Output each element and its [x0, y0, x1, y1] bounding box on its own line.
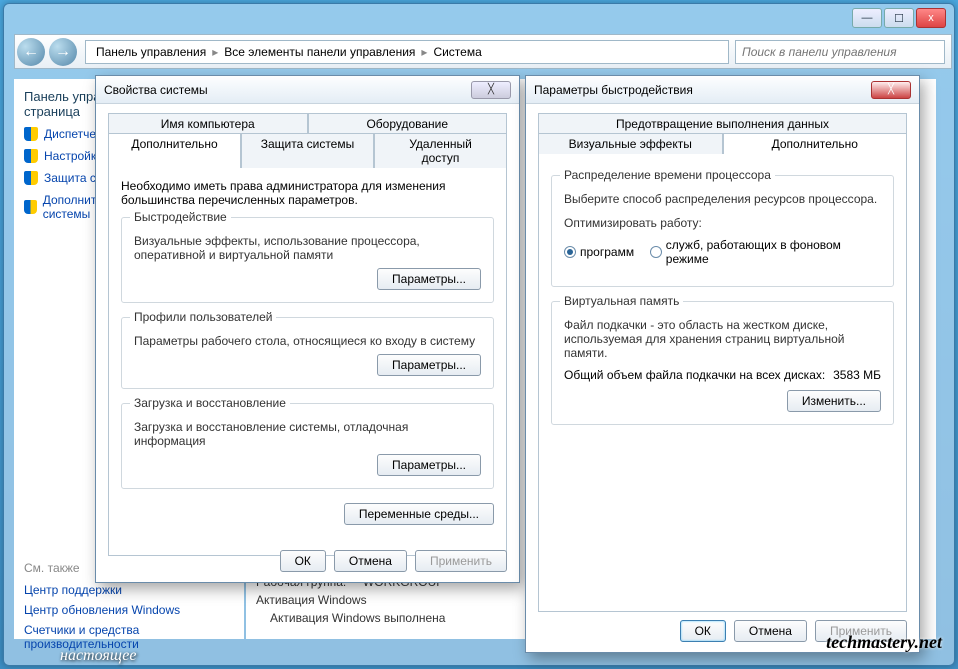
watermark: techmastery.net [826, 632, 942, 653]
performance-options-dialog: Параметры быстродействия ╳ Предотвращени… [525, 75, 920, 653]
profiles-group: Профили пользователей Параметры рабочего… [121, 317, 494, 389]
breadcrumb-part[interactable]: Система [429, 45, 485, 59]
apply-button[interactable]: Применить [415, 550, 507, 572]
taskbar-label: настоящее [60, 647, 137, 665]
group-text: Загрузка и восстановление системы, отлад… [134, 420, 481, 448]
group-title: Профили пользователей [130, 310, 276, 324]
radio-icon [650, 246, 662, 258]
group-text: Выберите способ распределения ресурсов п… [564, 192, 881, 206]
optimize-label: Оптимизировать работу: [564, 216, 881, 230]
ok-button[interactable]: ОК [280, 550, 326, 572]
explorer-toolbar: ← → Панель управления ▸ Все элементы пан… [14, 34, 952, 69]
ok-button[interactable]: ОК [680, 620, 726, 642]
radio-label: программ [580, 245, 634, 259]
activation-heading: Активация Windows [256, 593, 445, 607]
group-text: Параметры рабочего стола, относящиеся ко… [134, 334, 481, 348]
radio-programs[interactable]: программ [564, 245, 634, 259]
startup-group: Загрузка и восстановление Загрузка и вос… [121, 403, 494, 489]
shield-icon [24, 171, 38, 185]
search-input[interactable] [742, 45, 938, 59]
cancel-button[interactable]: Отмена [734, 620, 807, 642]
tabs-row-top: Имя компьютера Оборудование [108, 112, 507, 133]
sidebar-link[interactable]: Центр поддержки [24, 583, 234, 597]
radio-icon [564, 246, 576, 258]
dialog-title: Параметры быстродействия [534, 83, 693, 97]
chevron-right-icon: ▸ [419, 45, 429, 59]
cancel-button[interactable]: Отмена [334, 550, 407, 572]
group-title: Распределение времени процессора [560, 168, 775, 182]
shield-icon [24, 149, 38, 163]
group-title: Виртуальная память [560, 294, 683, 308]
dialog-body: Предотвращение выполнения данных Визуаль… [526, 104, 919, 652]
shield-icon [24, 127, 38, 141]
dialog-body: Имя компьютера Оборудование Дополнительн… [96, 104, 519, 582]
change-button[interactable]: Изменить... [787, 390, 881, 412]
tab-advanced[interactable]: Дополнительно [108, 133, 241, 168]
group-title: Быстродействие [130, 210, 231, 224]
dialog-title: Свойства системы [104, 83, 208, 97]
breadcrumb-part[interactable]: Панель управления [92, 45, 210, 59]
tab-advanced[interactable]: Дополнительно [723, 133, 908, 154]
radio-services[interactable]: служб, работающих в фоновом режиме [650, 238, 881, 266]
dialog-titlebar[interactable]: Параметры быстродействия ╳ [526, 76, 919, 104]
group-text: Файл подкачки - это область на жестком д… [564, 318, 881, 360]
performance-settings-button[interactable]: Параметры... [377, 268, 481, 290]
dialog-titlebar[interactable]: Свойства системы ╳ [96, 76, 519, 104]
titlebar-controls: — ☐ x [852, 8, 946, 28]
chevron-right-icon: ▸ [210, 45, 220, 59]
env-vars-button[interactable]: Переменные среды... [344, 503, 494, 525]
dialog-buttons: ОК Отмена Применить [280, 550, 507, 572]
minimize-button[interactable]: — [852, 8, 882, 28]
tab-dep[interactable]: Предотвращение выполнения данных [538, 113, 907, 134]
breadcrumb[interactable]: Панель управления ▸ Все элементы панели … [85, 40, 729, 64]
close-button[interactable]: x [916, 8, 946, 28]
sidebar-link[interactable]: Центр обновления Windows [24, 603, 234, 617]
breadcrumb-part[interactable]: Все элементы панели управления [220, 45, 419, 59]
group-title: Загрузка и восстановление [130, 396, 290, 410]
pagefile-value: 3583 МБ [833, 368, 881, 382]
tab-protection[interactable]: Защита системы [241, 133, 374, 168]
system-properties-dialog: Свойства системы ╳ Имя компьютера Оборуд… [95, 75, 520, 583]
scheduling-group: Распределение времени процессора Выберит… [551, 175, 894, 287]
group-text: Визуальные эффекты, использование процес… [134, 234, 481, 262]
tab-visual-effects[interactable]: Визуальные эффекты [538, 133, 723, 154]
tab-hardware[interactable]: Оборудование [308, 113, 508, 134]
pagefile-label: Общий объем файла подкачки на всех диска… [564, 368, 825, 382]
vmem-group: Виртуальная память Файл подкачки - это о… [551, 301, 894, 425]
radio-label: служб, работающих в фоновом режиме [666, 238, 881, 266]
tabs-row-top: Предотвращение выполнения данных [538, 112, 907, 133]
dialog-close-button[interactable]: ╳ [471, 81, 511, 99]
startup-settings-button[interactable]: Параметры... [377, 454, 481, 476]
nav-forward-button[interactable]: → [49, 38, 77, 66]
tab-computer-name[interactable]: Имя компьютера [108, 113, 308, 134]
search-box[interactable] [735, 40, 945, 64]
tab-page: Распределение времени процессора Выберит… [538, 152, 907, 612]
intro-text: Необходимо иметь права администратора дл… [121, 179, 494, 207]
profiles-settings-button[interactable]: Параметры... [377, 354, 481, 376]
radio-group: программ служб, работающих в фоновом реж… [564, 238, 881, 266]
maximize-button[interactable]: ☐ [884, 8, 914, 28]
tab-remote[interactable]: Удаленный доступ [374, 133, 507, 168]
dialog-close-button[interactable]: ╳ [871, 81, 911, 99]
tabs-row-bottom: Визуальные эффекты Дополнительно [538, 132, 907, 153]
shield-icon [24, 200, 37, 214]
tabs-row-bottom: Дополнительно Защита системы Удаленный д… [108, 132, 507, 167]
performance-group: Быстродействие Визуальные эффекты, испол… [121, 217, 494, 303]
nav-back-button[interactable]: ← [17, 38, 45, 66]
activation-status: Активация Windows выполнена [256, 611, 445, 625]
tab-page: Необходимо иметь права администратора дл… [108, 166, 507, 556]
